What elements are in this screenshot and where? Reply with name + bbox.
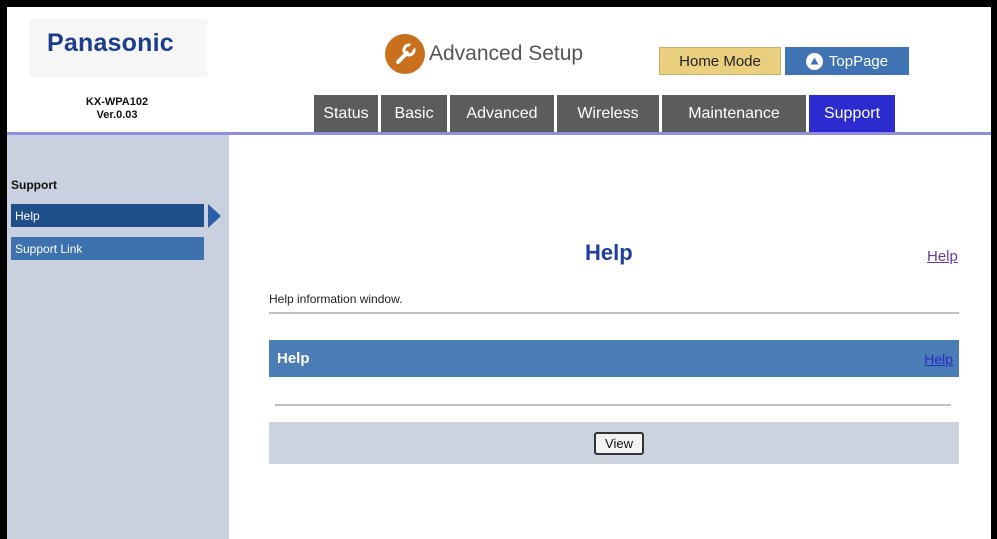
sidebar-title: Support xyxy=(11,178,57,192)
divider xyxy=(269,312,959,314)
sidebar-item-help[interactable]: Help xyxy=(11,204,204,227)
router-admin-page: Panasonic KX-WPA102 Ver.0.03 Advanced Se… xyxy=(0,0,997,539)
firmware-version: Ver.0.03 xyxy=(96,109,138,121)
wrench-icon xyxy=(385,34,425,74)
top-page-button[interactable]: TopPage xyxy=(785,47,909,75)
tab-advanced[interactable]: Advanced xyxy=(450,95,554,133)
tab-basic-label: Basic xyxy=(394,105,434,122)
info-text: Help information window. xyxy=(269,292,403,306)
advanced-setup-label: Advanced Setup xyxy=(429,42,584,65)
model-name: KX-WPA102 xyxy=(85,96,149,108)
sidebar-item-support-link[interactable]: Support Link xyxy=(11,237,204,260)
home-mode-label: Home Mode xyxy=(679,52,761,70)
model-info: KX-WPA102 Ver.0.03 xyxy=(37,96,197,122)
top-page-label: TopPage xyxy=(828,52,889,70)
divider xyxy=(275,404,951,406)
help-link[interactable]: Help xyxy=(927,248,958,265)
tab-wireless[interactable]: Wireless xyxy=(557,95,659,133)
tab-support-label: Support xyxy=(823,105,881,122)
triangle-right-icon xyxy=(208,204,221,228)
tab-support[interactable]: Support xyxy=(809,95,895,133)
tab-status-label: Status xyxy=(323,105,369,122)
sidebar-item-label: Help xyxy=(15,208,40,223)
view-button[interactable]: View xyxy=(594,432,644,455)
main-tabs: Status Basic Advanced Wireless Maintenan… xyxy=(314,95,895,133)
advanced-setup-heading: Advanced Setup xyxy=(385,34,583,74)
section-help-link[interactable]: Help xyxy=(924,351,953,367)
section-title: Help xyxy=(277,350,310,367)
brand-logo: Panasonic xyxy=(47,29,174,57)
up-arrow-circle-icon xyxy=(805,52,823,70)
tab-status[interactable]: Status xyxy=(314,95,378,133)
page-title: Help xyxy=(585,240,633,265)
section-header: Help Help xyxy=(269,340,959,377)
sidebar: Support Help Support Link xyxy=(7,135,229,539)
tab-maintenance-label: Maintenance xyxy=(688,105,780,122)
tab-basic[interactable]: Basic xyxy=(381,95,447,133)
button-bar: View xyxy=(269,422,959,464)
tab-maintenance[interactable]: Maintenance xyxy=(662,95,806,133)
sidebar-item-label: Support Link xyxy=(15,241,83,256)
home-mode-button[interactable]: Home Mode xyxy=(659,47,781,75)
tab-wireless-label: Wireless xyxy=(577,105,639,122)
tab-advanced-label: Advanced xyxy=(466,105,538,122)
